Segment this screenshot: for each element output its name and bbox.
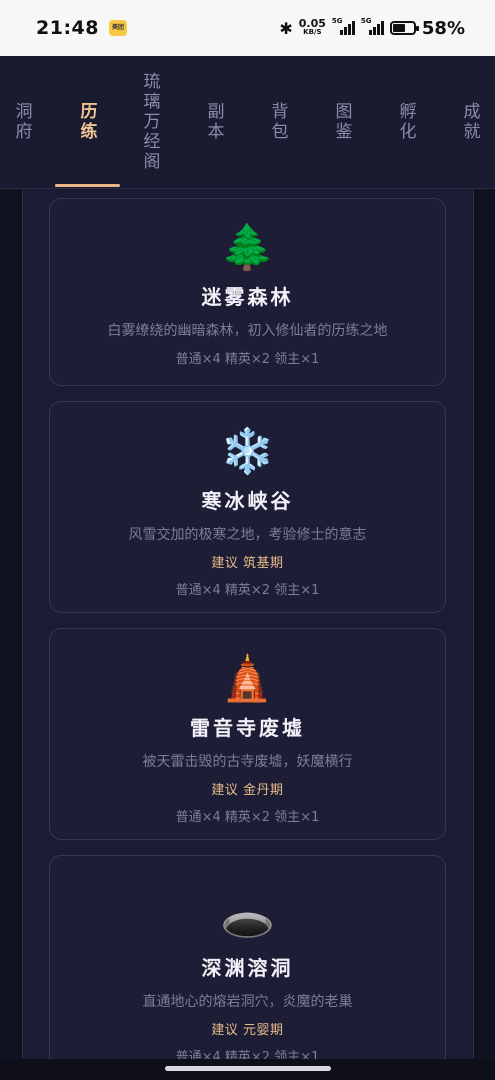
tab-label: 孵化 (395, 102, 416, 142)
tab-3[interactable]: 副本 (182, 56, 246, 188)
area-card[interactable]: 🛕 雷音寺废墟被天雷击毁的古寺废墟，妖魔横行 建议 金丹期普通×4 精英×2 领主×… (49, 628, 446, 840)
recommended-realm: 建议 元婴期 (211, 1023, 284, 1038)
tab-bar: 洞府 历练 琉璃万经阁 副本 背包 图鉴 孵化 成就 (0, 56, 495, 189)
tab-5[interactable]: 图鉴 (310, 56, 374, 188)
tab-label: 副本 (203, 102, 224, 142)
home-indicator[interactable] (165, 1066, 331, 1071)
area-description: 被天雷击毁的古寺废墟，妖魔横行 (142, 754, 353, 770)
tab-label: 背包 (267, 102, 288, 142)
tab-4[interactable]: 背包 (246, 56, 310, 188)
speed-value: 0.05 (298, 17, 326, 30)
area-card[interactable]: 🌲 迷雾森林白雾缭绕的幽暗森林，初入修仙者的历练之地 普通×4 精英×2 领主×1 (49, 198, 446, 386)
enemy-counts: 普通×4 精英×2 领主×1 (175, 810, 320, 825)
hole-icon: 🕳️ (220, 893, 275, 944)
enemy-counts: 普通×4 精英×2 领主×1 (175, 583, 320, 598)
temple-icon: 🛕 (220, 653, 275, 704)
meituan-app-icon: 美团 (108, 20, 127, 36)
area-title: 雷音寺废墟 (190, 716, 305, 740)
clock: 21:48 (36, 17, 99, 39)
tab-label: 洞府 (11, 102, 32, 142)
enemy-counts: 普通×4 精英×2 领主×1 (175, 352, 320, 367)
area-title: 迷雾森林 (201, 285, 294, 309)
tab-1[interactable]: 历练 (55, 56, 119, 188)
area-title: 寒冰峡谷 (201, 489, 294, 513)
recommended-realm: 建议 金丹期 (211, 783, 284, 798)
tab-0[interactable]: 洞府 (0, 56, 54, 188)
speed-unit: KB/S (303, 28, 322, 36)
tab-label: 成就 (459, 102, 480, 142)
snowflake-icon: ❄️ (220, 426, 275, 477)
area-list: 🌲 迷雾森林 白雾缭绕的幽暗森林，初入修仙者的历练之地 普通×4 精英×2 领主×1 ❄… (22, 189, 474, 1059)
active-tab-indicator (55, 184, 120, 187)
network-speed: 0.05 KB/S (298, 17, 326, 37)
battery-icon (389, 21, 419, 35)
enemy-counts: 普通×4 精英×2 领主×1 (175, 1050, 320, 1059)
status-bar: 21:48 美团 ✱ 0.05 KB/S 5G 5G 58% (0, 0, 495, 56)
tab-6[interactable]: 孵化 (374, 56, 438, 188)
signal-icon: 5G (361, 17, 384, 35)
signal-tag: 5G (331, 17, 343, 25)
tab-label: 历练 (76, 102, 97, 142)
area-description: 白雾缭绕的幽暗森林，初入修仙者的历练之地 (107, 323, 388, 339)
tab-7[interactable]: 成就 (438, 56, 495, 188)
area-description: 风雪交加的极寒之地，考验修士的意志 (128, 527, 367, 543)
tree-icon: 🌲 (220, 222, 275, 273)
area-description: 直通地心的熔岩洞穴，炎魔的老巢 (142, 994, 353, 1010)
battery-percent: 58% (421, 17, 465, 39)
area-card[interactable]: ❄️ 寒冰峡谷风雪交加的极寒之地，考验修士的意志 建议 筑基期普通×4 精英×2 领… (49, 401, 446, 613)
recommended-realm: 建议 筑基期 (211, 556, 284, 571)
signal-icon: 5G (332, 17, 355, 35)
tab-label: 图鉴 (331, 102, 352, 142)
signal-tag: 5G (360, 17, 372, 25)
area-card[interactable]: 🕳️ 深渊溶洞直通地心的熔岩洞穴，炎魔的老巢 建议 元婴期普通×4 精英×2 领主×… (49, 855, 446, 1059)
area-title: 深渊溶洞 (201, 956, 294, 980)
bluetooth-icon: ✱ (279, 18, 293, 38)
tab-2[interactable]: 琉璃万经阁 (118, 56, 182, 188)
tab-label: 琉璃万经阁 (139, 72, 160, 172)
